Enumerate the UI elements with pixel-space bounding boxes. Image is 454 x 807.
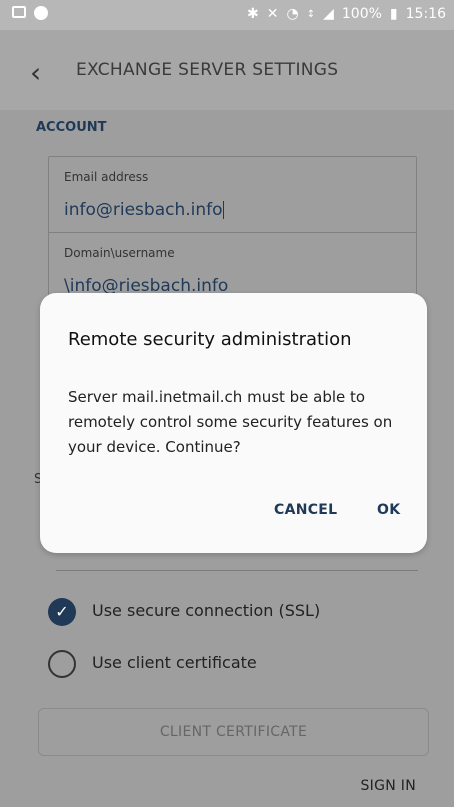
alarm-icon: ◔ — [286, 6, 299, 22]
cancel-button[interactable]: CANCEL — [274, 502, 337, 518]
email-field[interactable]: info@riesbach.info — [64, 200, 224, 220]
status-left — [12, 6, 48, 20]
status-time: 15:16 — [405, 6, 446, 22]
signal-icon: ◢ — [323, 6, 334, 22]
client-cert-label: Use client certificate — [92, 653, 257, 672]
field-divider — [48, 232, 417, 233]
domain-label: Domain\username — [64, 246, 175, 260]
dialog-title: Remote security administration — [68, 329, 352, 350]
dialog-message: Server mail.inetmail.ch must be able to … — [68, 388, 393, 456]
client-certificate-button[interactable]: CLIENT CERTIFICATE — [38, 708, 429, 756]
bluetooth-icon: ✱ — [247, 6, 259, 22]
email-label: Email address — [64, 170, 149, 184]
email-value: info@riesbach.info — [64, 200, 223, 220]
checkmark-icon: ✓ — [55, 602, 69, 621]
data-icon: ↕ — [306, 8, 316, 20]
client-cert-checkbox[interactable] — [48, 650, 76, 678]
account-section-label: ACCOUNT — [36, 120, 107, 135]
ssl-checkbox[interactable]: ✓ — [48, 598, 76, 626]
battery-percent: 100% — [341, 6, 382, 22]
mute-icon: ✕ — [266, 6, 279, 22]
image-icon — [12, 6, 26, 18]
text-cursor — [222, 201, 224, 219]
status-right: ✱ ✕ ◔ ↕ ◢ 100% ▮ 15:16 — [247, 6, 446, 22]
remote-security-dialog: Remote security administration Server ma… — [40, 293, 427, 553]
status-bar: ✱ ✕ ◔ ↕ ◢ 100% ▮ 15:16 — [0, 0, 454, 30]
battery-icon: ▮ — [389, 6, 398, 22]
app-bar: ‹ EXCHANGE SERVER SETTINGS — [0, 30, 454, 110]
page-title: EXCHANGE SERVER SETTINGS — [76, 60, 339, 80]
ssl-label: Use secure connection (SSL) — [92, 601, 321, 620]
sign-in-button[interactable]: SIGN IN — [361, 778, 417, 794]
ok-button[interactable]: OK — [377, 502, 400, 518]
back-icon[interactable]: ‹ — [30, 56, 41, 89]
field-underline — [56, 570, 418, 571]
face-icon — [34, 6, 48, 20]
